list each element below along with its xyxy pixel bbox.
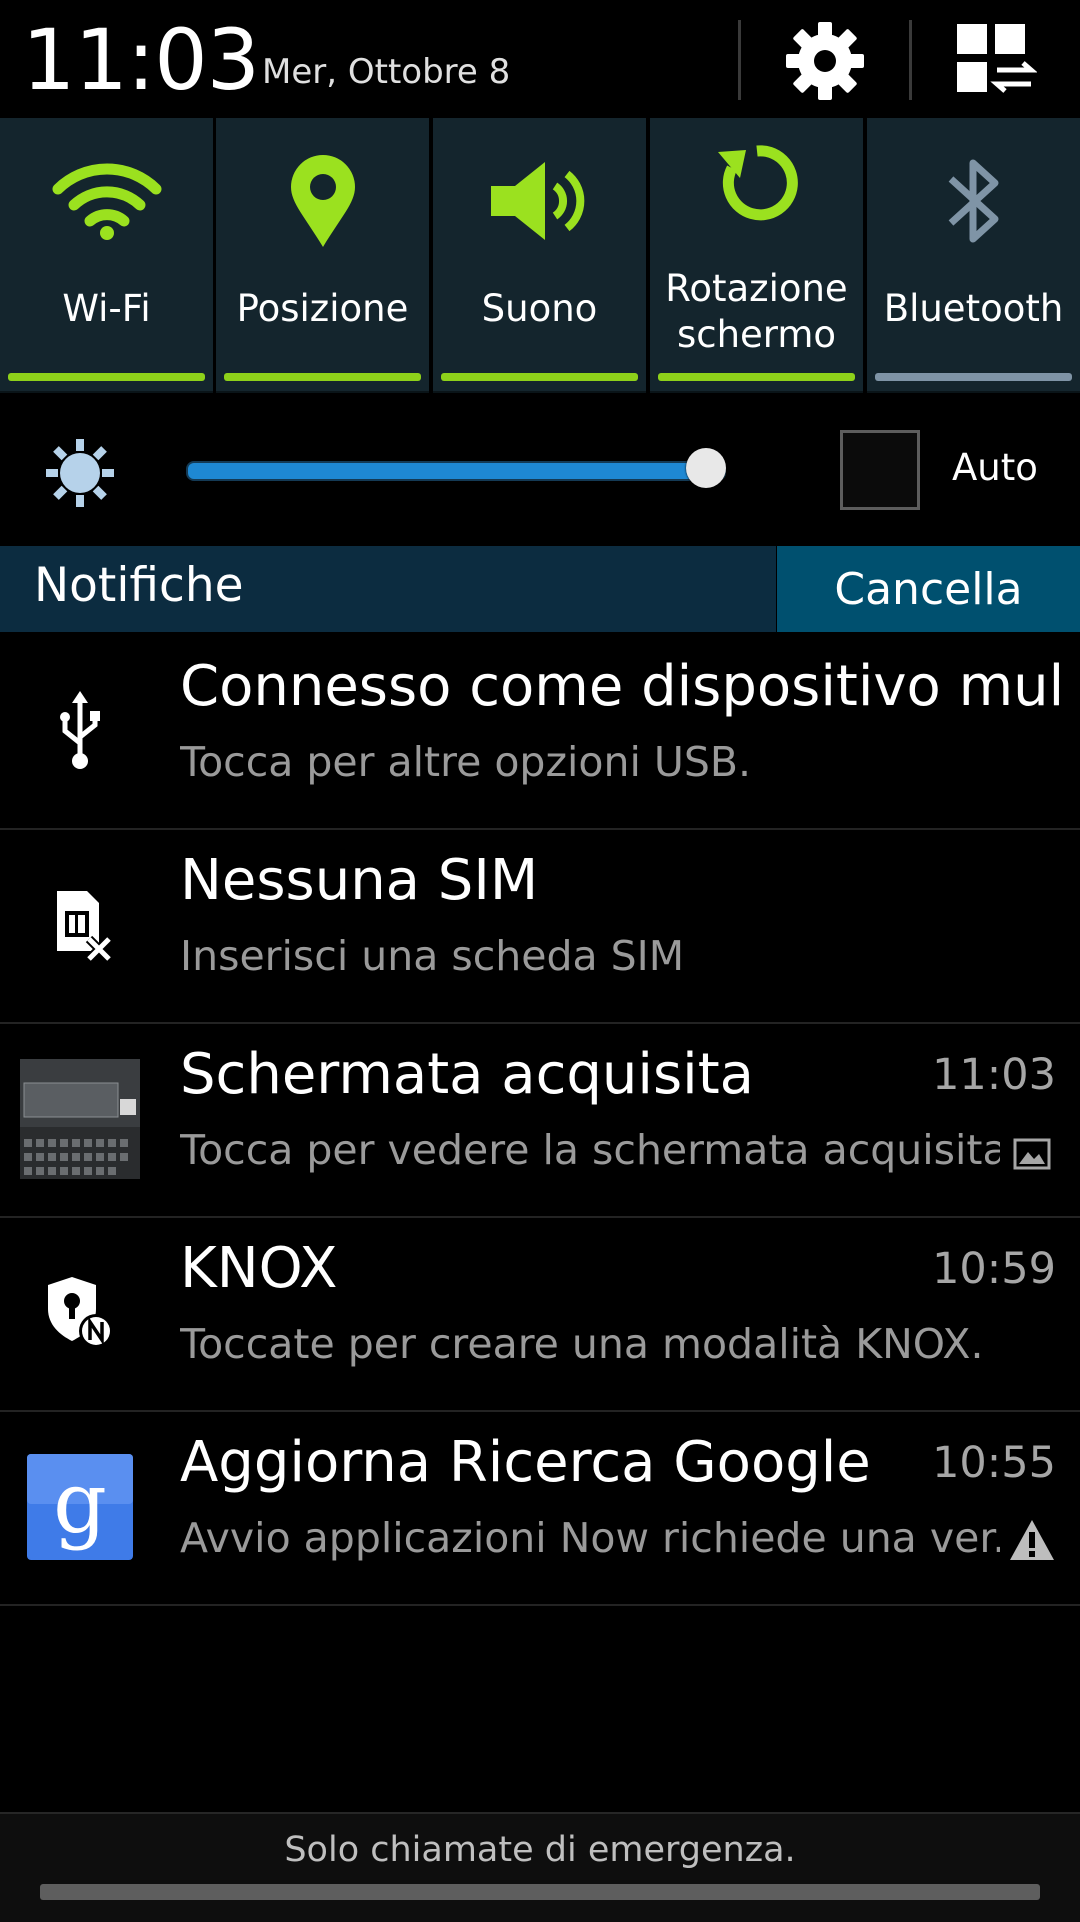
notification-screenshot[interactable]: Schermata acquisita Tocca per vedere la … bbox=[0, 1022, 1080, 1218]
divider bbox=[909, 20, 912, 100]
google-search-icon: g bbox=[20, 1447, 140, 1567]
tile-state-bar bbox=[224, 373, 421, 381]
image-icon bbox=[1012, 1134, 1052, 1174]
notifications-title: Notifiche bbox=[34, 558, 244, 613]
auto-brightness-checkbox[interactable] bbox=[840, 430, 920, 510]
notification-no-sim[interactable]: Nessuna SIM Inserisci una scheda SIM bbox=[0, 828, 1080, 1024]
status-header: 11:03 Mer, Ottobre 8 bbox=[0, 0, 1080, 118]
emergency-calls-text: Solo chiamate di emergenza. bbox=[284, 1830, 796, 1870]
notification-text: Tocca per vedere la schermata acquisita bbox=[180, 1126, 1000, 1174]
no-sim-icon bbox=[20, 865, 140, 985]
notification-title: KNOX bbox=[180, 1236, 338, 1301]
wifi-icon bbox=[0, 146, 213, 256]
notification-title: Aggiorna Ricerca Google bbox=[180, 1430, 871, 1495]
settings-gear-icon[interactable] bbox=[780, 16, 870, 106]
screenshot-thumbnail bbox=[20, 1059, 140, 1179]
speaker-icon bbox=[433, 146, 646, 256]
tile-sound[interactable]: Suono bbox=[433, 118, 646, 393]
drag-handle[interactable] bbox=[40, 1884, 1040, 1900]
notification-text: Tocca per altre opzioni USB. bbox=[180, 738, 752, 786]
brightness-icon bbox=[44, 437, 116, 509]
notification-text: Avvio applicazioni Now richiede una ver.… bbox=[180, 1514, 1000, 1562]
notification-time: 10:55 bbox=[932, 1438, 1056, 1488]
warning-icon bbox=[1008, 1516, 1056, 1564]
notification-title: Schermata acquisita bbox=[180, 1042, 754, 1107]
brightness-slider[interactable] bbox=[186, 461, 726, 481]
emergency-footer: Solo chiamate di emergenza. bbox=[0, 1812, 1080, 1922]
tile-label: Posizione bbox=[236, 287, 409, 330]
notification-knox[interactable]: KNOX Toccate per creare una modalità KNO… bbox=[0, 1216, 1080, 1412]
tile-label: Wi-Fi bbox=[62, 287, 151, 330]
divider bbox=[738, 20, 741, 100]
tile-label: Bluetooth bbox=[883, 287, 1064, 330]
tile-label: Suono bbox=[481, 287, 598, 330]
brightness-slider-thumb[interactable] bbox=[685, 448, 726, 488]
tile-screen-rotation[interactable]: Rotazione schermo bbox=[650, 118, 863, 393]
tile-state-bar bbox=[8, 373, 205, 381]
quick-panel-edit-icon[interactable] bbox=[955, 20, 1038, 102]
clear-button[interactable]: Cancella bbox=[777, 546, 1080, 632]
notification-text: Toccate per creare una modalità KNOX. bbox=[180, 1320, 984, 1368]
auto-brightness-label: Auto bbox=[952, 446, 1038, 489]
tile-state-bar bbox=[441, 373, 638, 381]
notification-google-update[interactable]: g Aggiorna Ricerca Google Avvio applicaz… bbox=[0, 1410, 1080, 1606]
svg-text:g: g bbox=[53, 1454, 107, 1552]
notification-title: Connesso come dispositivo mul.. bbox=[180, 654, 1060, 719]
knox-icon bbox=[20, 1253, 140, 1373]
date: Mer, Ottobre 8 bbox=[262, 52, 511, 92]
notification-text: Inserisci una scheda SIM bbox=[180, 932, 685, 980]
tile-wifi[interactable]: Wi-Fi bbox=[0, 118, 213, 393]
location-pin-icon bbox=[216, 146, 429, 256]
usb-icon bbox=[20, 671, 140, 791]
tile-bluetooth[interactable]: Bluetooth bbox=[867, 118, 1080, 393]
notification-time: 11:03 bbox=[932, 1050, 1056, 1100]
bluetooth-icon bbox=[867, 146, 1080, 256]
rotation-icon bbox=[650, 138, 863, 228]
tile-label: Rotazione schermo bbox=[665, 267, 848, 356]
clear-button-label: Cancella bbox=[834, 564, 1023, 615]
notification-title: Nessuna SIM bbox=[180, 848, 539, 913]
notification-usb[interactable]: Connesso come dispositivo mul.. Tocca pe… bbox=[0, 634, 1080, 830]
clock: 11:03 bbox=[22, 11, 260, 109]
notification-time: 10:59 bbox=[932, 1244, 1056, 1294]
tile-state-bar bbox=[658, 373, 855, 381]
tile-location[interactable]: Posizione bbox=[216, 118, 429, 393]
tile-state-bar bbox=[875, 373, 1072, 381]
